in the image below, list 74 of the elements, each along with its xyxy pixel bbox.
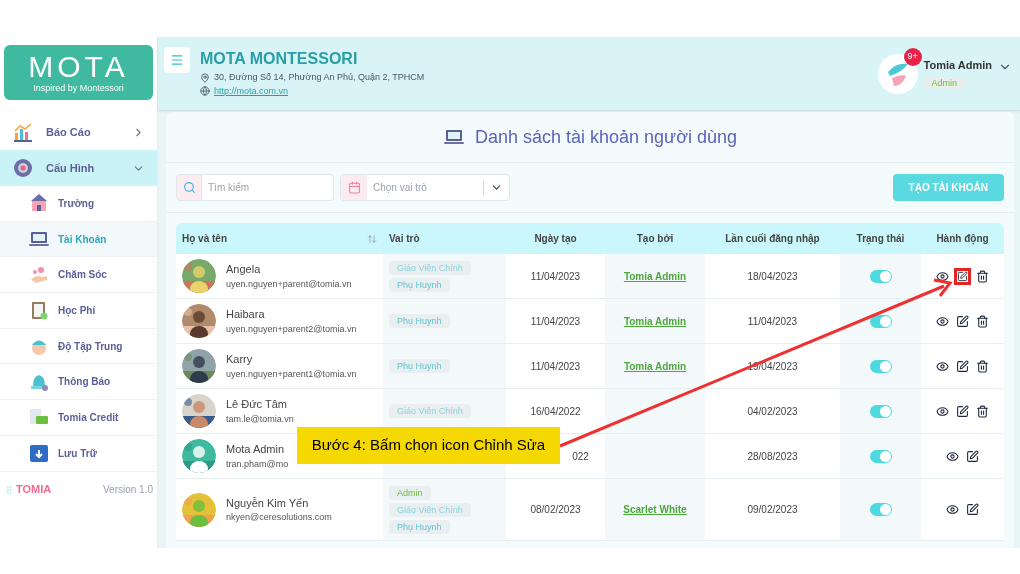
role-tag: Giáo Viên Chính — [389, 404, 471, 418]
sidebar-item[interactable]: Cấu Hình — [0, 150, 157, 186]
creator-link[interactable]: Tomia Admin — [623, 268, 687, 284]
address-text: 30, Đường Số 14, Phường An Phú, Quận 2, TPHCM — [214, 71, 425, 84]
grip-icon — [4, 484, 14, 495]
email-cell: tran.pham@mo — [226, 457, 289, 471]
status-toggle[interactable] — [869, 404, 892, 418]
gear-icon — [12, 157, 34, 179]
last-login-cell-text: 18/04/2023 — [747, 269, 798, 284]
column-header: Hành động — [935, 232, 990, 247]
status-toggle[interactable] — [869, 359, 892, 373]
user-name-cell-text: Nguyễn Kim Yến — [226, 495, 310, 511]
version-text: Version 1.0 — [102, 483, 153, 497]
creator-link[interactable]: Tomia Admin — [623, 358, 687, 374]
menu-icon — [170, 53, 184, 67]
user-name: Tomia Admin — [923, 58, 992, 73]
column-header: Tạo bởi — [635, 232, 675, 247]
column-header: Họ và tên — [176, 223, 383, 254]
role-tag: Phụ Huynh — [389, 277, 450, 292]
date-cell-text: 16/04/2022 — [530, 404, 581, 419]
role-tag: Phụ Huynh — [389, 519, 450, 534]
role-tag: Phụ Huynh — [389, 359, 450, 373]
user-name-cell-text: Mota Admin — [226, 442, 286, 457]
column-header: Trạng thái — [855, 232, 906, 247]
email-cell: uyen.nguyen+parent1@tomia.vn — [226, 367, 357, 381]
brand-logo: TOMIA — [16, 482, 52, 498]
website-link[interactable]: http://mota.com.vn — [214, 84, 289, 98]
logo-subtitle: Inspired by Montessori — [33, 81, 124, 94]
last-login-cell-text: 28/08/2023 — [747, 449, 798, 464]
page-title: Danh sách tài khoản người dùng — [475, 125, 737, 149]
column-header: Ngày tạo — [533, 232, 578, 247]
user-name-cell-text: Haibara — [226, 307, 266, 322]
notification-badge: 9+ — [903, 47, 922, 66]
creator-link[interactable]: Tomia Admin — [623, 313, 687, 329]
status-toggle[interactable] — [869, 269, 892, 283]
user-avatar — [877, 53, 918, 94]
logo-title: MOTA — [28, 51, 129, 82]
column-header: Vai trò — [388, 232, 421, 246]
role-tag: Giáo Viên Chính — [389, 502, 471, 517]
role-tag: Admin — [389, 485, 431, 500]
status-toggle[interactable] — [869, 503, 892, 516]
search-field[interactable]: Tìm kiếm — [202, 174, 334, 201]
user-name-cell-text: Angela — [226, 262, 262, 277]
email-cell: uyen.nguyen+parent@tomia.vn — [226, 277, 352, 291]
creator-link[interactable]: Scarlet White — [623, 502, 687, 517]
date-cell-text: 022 — [572, 449, 589, 464]
globe-icon — [200, 86, 210, 97]
date-cell-text: 11/04/2023 — [530, 269, 581, 284]
callout-label: Bước 4: Bấm chọn icon Chỉnh Sửa — [297, 427, 560, 464]
calendar-icon — [347, 181, 361, 194]
user-role: Admin — [923, 76, 966, 90]
sidebar-subitem[interactable]: Tài Khoản — [0, 221, 157, 258]
date-cell-text: 08/02/2023 — [530, 503, 581, 517]
role-tag: Phụ Huynh — [389, 314, 450, 328]
chart-icon — [12, 121, 34, 143]
role-tag: Giáo Viên Chính — [389, 260, 471, 275]
date-cell-text: 11/04/2023 — [530, 359, 581, 374]
search-icon — [176, 174, 202, 201]
last-login-cell-text: 04/02/2023 — [747, 404, 798, 419]
column-header: Lần cuối đăng nhập — [724, 232, 821, 247]
last-login-cell-text: 11/04/2023 — [747, 314, 798, 329]
school-name: MOTA MONTESSORI — [200, 49, 359, 69]
status-toggle[interactable] — [869, 314, 892, 328]
user-name-cell-text: Lê Đức Tâm — [226, 397, 288, 412]
user-name-cell-text: Karry — [226, 352, 254, 367]
email-cell: tam.le@tomia.vn — [226, 412, 294, 426]
email-cell: uyen.nguyen+parent2@tomia.vn — [226, 322, 357, 336]
role-select[interactable]: Chọn vai trò — [340, 174, 510, 201]
archive-icon — [28, 442, 50, 465]
location-icon — [200, 72, 210, 83]
status-toggle[interactable] — [869, 449, 892, 463]
last-login-cell-text: 09/02/2023 — [747, 503, 798, 517]
date-cell-text: 11/04/2023 — [530, 314, 581, 329]
email-cell-text: nkyen@ceresolutions.com — [226, 511, 332, 524]
